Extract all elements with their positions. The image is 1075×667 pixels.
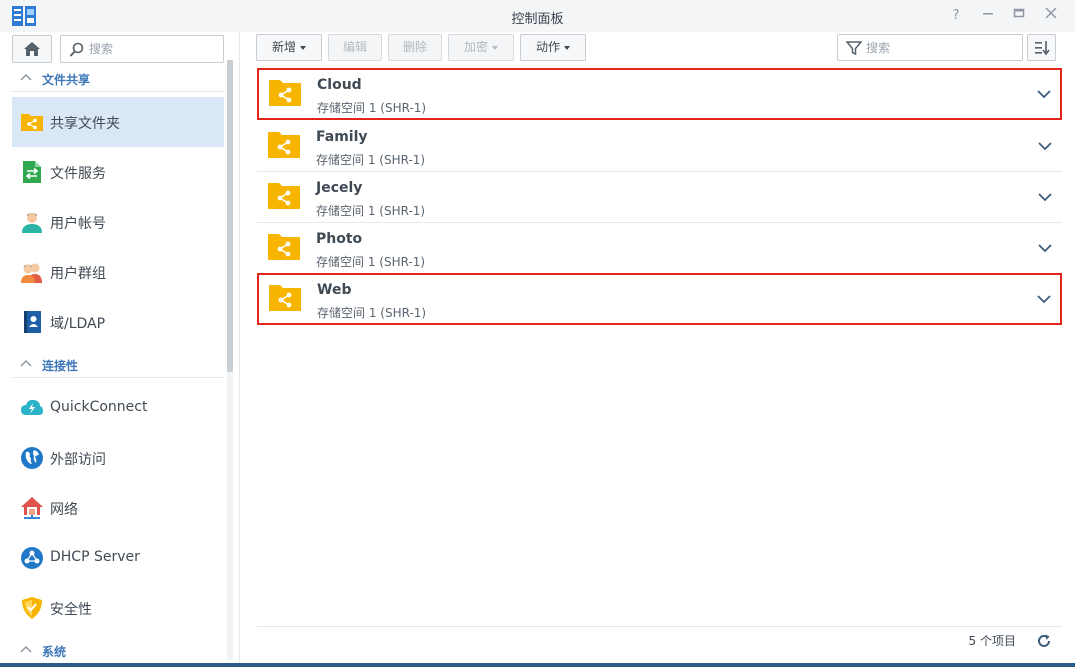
shared-folder-icon	[269, 285, 301, 311]
action-button[interactable]: 动作	[520, 34, 586, 61]
folder-name: Family	[316, 129, 368, 145]
sidebar-item-label: 共享文件夹	[50, 116, 120, 132]
folder-name: Jecely	[316, 180, 363, 196]
caret-down-icon	[564, 45, 570, 50]
shared-folder-icon	[268, 234, 300, 260]
item-count: 5 个项目	[968, 634, 1016, 648]
section-label: 系统	[42, 645, 67, 659]
caret-down-icon	[492, 45, 498, 50]
search-icon	[69, 42, 84, 57]
sidebar-item-label: 文件服务	[50, 166, 106, 182]
list-item[interactable]: Cloud 存储空间 1 (SHR-1)	[257, 68, 1062, 120]
sidebar-item-label: 网络	[50, 502, 78, 518]
folder-location: 存储空间 1 (SHR-1)	[316, 204, 426, 218]
section-label: 连接性	[42, 359, 79, 373]
close-icon[interactable]	[1041, 6, 1061, 26]
list-item[interactable]: Photo 存储空间 1 (SHR-1)	[257, 223, 1062, 274]
create-button-label: 新增	[271, 40, 296, 54]
user-icon	[22, 213, 42, 233]
sort-icon	[1035, 41, 1050, 56]
sidebar-item-file-services[interactable]: 文件服务	[12, 147, 224, 197]
sidebar-item-label: 外部访问	[50, 452, 106, 468]
chevron-up-icon	[20, 73, 32, 81]
list-item[interactable]: Family 存储空间 1 (SHR-1)	[257, 121, 1062, 172]
refresh-icon[interactable]	[1036, 633, 1052, 649]
filter-search[interactable]	[837, 34, 1023, 61]
encrypt-button-label: 加密	[463, 40, 488, 54]
section-label: 文件共享	[42, 73, 91, 87]
domain-ldap-icon	[24, 311, 41, 333]
sidebar-item-label: DHCP Server	[50, 549, 140, 565]
dhcp-server-icon	[21, 547, 43, 569]
help-icon[interactable]: ?	[946, 6, 966, 26]
folder-location: 存储空间 1 (SHR-1)	[317, 306, 427, 320]
maximize-icon[interactable]	[1009, 6, 1029, 26]
shared-folder-icon	[268, 132, 300, 158]
create-button[interactable]: 新增	[256, 34, 322, 61]
sidebar-item-user[interactable]: 用户帐号	[12, 197, 224, 247]
delete-button[interactable]: 删除	[388, 34, 442, 61]
sidebar-search[interactable]	[60, 35, 224, 63]
sidebar-item-group[interactable]: 用户群组	[12, 247, 224, 297]
chevron-up-icon	[20, 359, 32, 367]
action-button-label: 动作	[535, 40, 560, 54]
shared-folder-icon	[269, 80, 301, 106]
folder-location: 存储空间 1 (SHR-1)	[316, 255, 426, 269]
home-button[interactable]	[12, 35, 52, 63]
network-icon	[21, 497, 43, 519]
shared-folder-icon	[21, 114, 43, 131]
caret-down-icon	[300, 45, 306, 50]
filter-icon	[846, 41, 862, 56]
group-icon	[21, 263, 42, 283]
chevron-down-icon[interactable]	[1038, 139, 1052, 153]
sidebar-item-network[interactable]: 网络	[12, 483, 224, 533]
sidebar-item-label: QuickConnect	[50, 399, 148, 415]
window-title: 控制面板	[511, 12, 564, 27]
external-access-icon	[21, 447, 43, 469]
list-item[interactable]: Web 存储空间 1 (SHR-1)	[257, 273, 1062, 325]
encrypt-button[interactable]: 加密	[448, 34, 514, 61]
sidebar-item-label: 安全性	[50, 602, 92, 618]
sidebar-item-quickconnect[interactable]: QuickConnect	[12, 383, 224, 433]
quickconnect-icon	[21, 399, 43, 415]
sidebar-search-input[interactable]	[89, 40, 219, 58]
minimize-icon[interactable]	[978, 6, 998, 26]
sort-button[interactable]	[1027, 34, 1056, 61]
filter-search-input[interactable]	[866, 39, 1016, 57]
folder-location: 存储空间 1 (SHR-1)	[317, 101, 427, 115]
section-system[interactable]: 系统	[12, 636, 224, 664]
sidebar-item-shared-folder[interactable]: 共享文件夹	[12, 97, 224, 147]
edit-button-label: 编辑	[342, 40, 367, 54]
section-connectivity[interactable]: 连接性	[12, 350, 224, 378]
sidebar-item-dhcp-server[interactable]: DHCP Server	[12, 533, 224, 583]
shared-folder-icon	[268, 183, 300, 209]
title-bar: 控制面板 ?	[0, 0, 1075, 32]
list-item[interactable]: Jecely 存储空间 1 (SHR-1)	[257, 172, 1062, 223]
chevron-up-icon	[20, 645, 32, 653]
folder-location: 存储空间 1 (SHR-1)	[316, 153, 426, 167]
sidebar-item-label: 域/LDAP	[50, 316, 106, 332]
sidebar-item-domain-ldap[interactable]: 域/LDAP	[12, 297, 224, 347]
sidebar: 文件共享 共享文件夹 文件服务 用户帐号	[0, 32, 240, 667]
sidebar-item-security[interactable]: 安全性	[12, 583, 224, 633]
sidebar-scrollbar[interactable]	[227, 60, 233, 372]
folder-name: Photo	[316, 231, 363, 247]
section-file-sharing[interactable]: 文件共享	[12, 64, 224, 92]
shield-icon	[22, 597, 42, 619]
chevron-down-icon[interactable]	[1037, 292, 1051, 306]
folder-name: Cloud	[317, 77, 362, 93]
chevron-down-icon[interactable]	[1038, 241, 1052, 255]
chevron-down-icon[interactable]	[1037, 87, 1051, 101]
file-services-icon	[23, 161, 41, 183]
edit-button[interactable]: 编辑	[328, 34, 382, 61]
chevron-down-icon[interactable]	[1038, 190, 1052, 204]
footer-divider	[257, 626, 1062, 627]
sidebar-item-external-access[interactable]: 外部访问	[12, 433, 224, 483]
bottom-border	[0, 663, 1075, 667]
home-icon	[24, 42, 40, 56]
sidebar-item-label: 用户群组	[50, 266, 106, 282]
sidebar-item-label: 用户帐号	[50, 216, 106, 232]
folder-name: Web	[317, 282, 352, 298]
delete-button-label: 删除	[402, 40, 427, 54]
